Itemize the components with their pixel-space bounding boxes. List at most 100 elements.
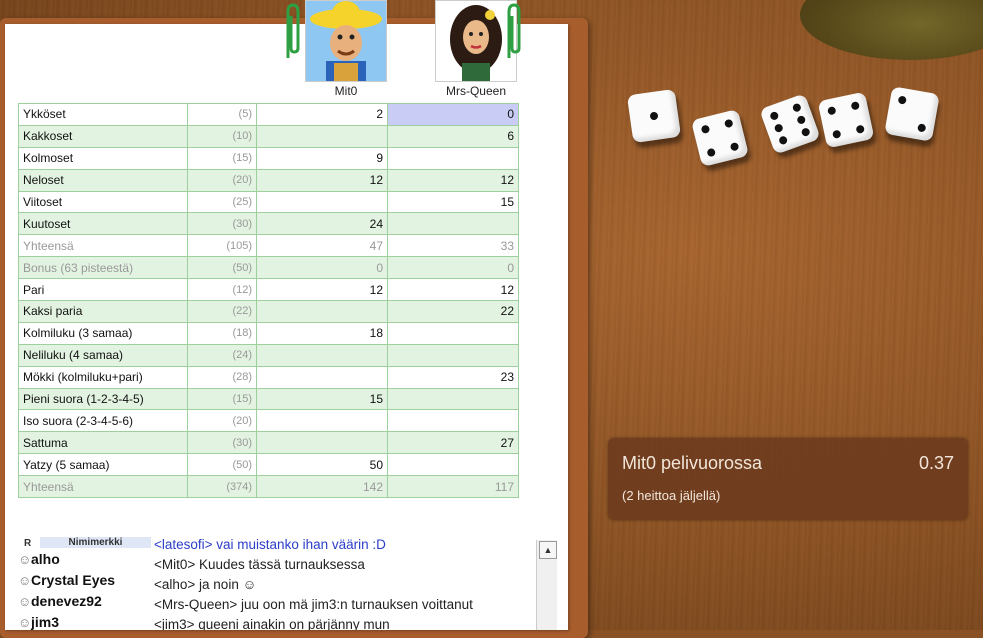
player-2-score-cell[interactable]: [387, 343, 519, 367]
player-2-score-cell[interactable]: 0: [387, 103, 519, 126]
user-list-header: R Nimimerkki: [18, 537, 151, 551]
die-3[interactable]: [759, 93, 821, 155]
category-max: (105): [187, 234, 257, 258]
die-pip: [827, 106, 837, 116]
player-1-score-cell[interactable]: 2: [256, 103, 388, 126]
die-pip: [778, 135, 789, 146]
turn-status-panel: Mit0 pelivuorossa 0.37 (2 heittoa jäljel…: [608, 438, 968, 520]
score-row: Pari (12) 12 12: [18, 278, 519, 302]
category-name: Kaksi paria: [18, 300, 188, 323]
chat-message: <latesofi> vai muistanko ihan väärin :D: [154, 537, 386, 552]
score-row: Bonus (63 pisteestä) (50) 0 0: [18, 256, 519, 280]
player-1-score-cell[interactable]: [256, 431, 388, 455]
category-max: (15): [187, 387, 257, 411]
player-2-score-cell[interactable]: [387, 409, 519, 433]
chat-user[interactable]: ☺denevez92: [18, 593, 151, 614]
category-name: Kolmoset: [18, 146, 188, 170]
rank-column-header: R: [24, 538, 32, 549]
player-1-score-cell[interactable]: 24: [256, 212, 388, 236]
score-row: Yhteensä (105) 47 33: [18, 234, 519, 258]
die-4[interactable]: [817, 91, 875, 149]
category-name: Sattuma: [18, 431, 188, 455]
player-2-score-cell[interactable]: 12: [387, 278, 519, 302]
player-1-score-cell[interactable]: [256, 409, 388, 433]
player-2-name: Mrs-Queen: [445, 84, 507, 98]
player-2-score-cell[interactable]: [387, 212, 519, 236]
category-max: (22): [187, 300, 257, 323]
score-row: Neliluku (4 samaa) (24): [18, 343, 519, 367]
die-pip: [832, 129, 842, 139]
player-1-score-cell[interactable]: [256, 343, 388, 367]
chat-user[interactable]: ☺jim3: [18, 614, 151, 630]
player-1-score-cell[interactable]: 18: [256, 321, 388, 345]
die-pip: [850, 101, 860, 111]
scroll-up-arrow-icon[interactable]: ▲: [539, 541, 557, 559]
category-max: (5): [187, 103, 257, 126]
category-max: (50): [187, 256, 257, 280]
player-1-score-cell[interactable]: [256, 300, 388, 323]
chat-scrollbar[interactable]: ▲: [536, 540, 557, 630]
score-row: Viitoset (25) 15: [18, 190, 519, 214]
player-2-score-cell[interactable]: [387, 146, 519, 170]
player-2-score-cell[interactable]: 27: [387, 431, 519, 455]
player-1-score-cell[interactable]: [256, 365, 388, 389]
die-pip: [723, 118, 734, 129]
category-max: (24): [187, 343, 257, 367]
die-5[interactable]: [884, 86, 940, 142]
score-row: Yhteensä (374) 142 117: [18, 475, 519, 499]
player-2-score-cell[interactable]: 15: [387, 190, 519, 214]
score-row: Kolmoset (15) 9: [18, 146, 519, 170]
category-name: Mökki (kolmiluku+pari): [18, 365, 188, 389]
die-pip: [769, 110, 780, 122]
score-row: Ykköset (5) 2 0: [18, 103, 519, 126]
player-2-score-cell[interactable]: 6: [387, 124, 519, 148]
smiley-icon: ☺: [18, 552, 32, 567]
player-2-score-cell[interactable]: [387, 387, 519, 411]
die-pip: [700, 124, 711, 135]
player-1-score-cell[interactable]: 50: [256, 453, 388, 477]
player-1-score-cell[interactable]: 47: [256, 234, 388, 258]
chat-user-name: denevez92: [31, 593, 102, 609]
category-max: (20): [187, 168, 257, 192]
player-1-score-cell[interactable]: [256, 190, 388, 214]
player-1-score-cell[interactable]: 142: [256, 475, 388, 499]
category-name: Pari: [18, 278, 188, 302]
paperclip-icon: [507, 3, 521, 58]
player-2-score-cell[interactable]: [387, 321, 519, 345]
player-2-score-cell[interactable]: 23: [387, 365, 519, 389]
score-row: Kakkoset (10) 6: [18, 124, 519, 148]
player-1-score-cell[interactable]: 9: [256, 146, 388, 170]
chat-log: <latesofi> vai muistanko ihan väärin :D <…: [154, 537, 536, 630]
avatar-player-1: [305, 0, 387, 82]
category-name: Yhteensä: [18, 234, 188, 258]
category-name: Iso suora (2-3-4-5-6): [18, 409, 188, 433]
rolls-left-text: (2 heittoa jäljellä): [622, 488, 721, 503]
chat-user[interactable]: ☺Crystal Eyes: [18, 572, 151, 593]
player-2-score-cell[interactable]: 22: [387, 300, 519, 323]
player-1-score-cell[interactable]: [256, 124, 388, 148]
player-2-score-cell[interactable]: 0: [387, 256, 519, 280]
score-row: Kuutoset (30) 24: [18, 212, 519, 236]
die-pip: [897, 95, 907, 105]
die-1[interactable]: [626, 88, 682, 144]
player-2-score-cell[interactable]: 12: [387, 168, 519, 192]
category-max: (20): [187, 409, 257, 433]
die-pip: [855, 124, 865, 134]
chat-user[interactable]: ☺alho: [18, 551, 151, 572]
chat-message: <alho> ja noin ☺: [154, 577, 257, 592]
player-1-score-cell[interactable]: 12: [256, 278, 388, 302]
player-1-score-cell[interactable]: 12: [256, 168, 388, 192]
smiley-icon: ☺: [18, 615, 32, 630]
die-2[interactable]: [690, 108, 750, 168]
player-2-score-cell[interactable]: 117: [387, 475, 519, 499]
category-max: (50): [187, 453, 257, 477]
player-2-score-cell[interactable]: 33: [387, 234, 519, 258]
player-1-score-cell[interactable]: 15: [256, 387, 388, 411]
chat-message: <jim3> queeni ainakin on pärjänny mun: [154, 617, 390, 630]
category-max: (10): [187, 124, 257, 148]
category-name: Neliluku (4 samaa): [18, 343, 188, 367]
die-pip: [791, 102, 802, 113]
player-2-score-cell[interactable]: [387, 453, 519, 477]
player-1-score-cell[interactable]: 0: [256, 256, 388, 280]
die-pip: [773, 122, 784, 134]
